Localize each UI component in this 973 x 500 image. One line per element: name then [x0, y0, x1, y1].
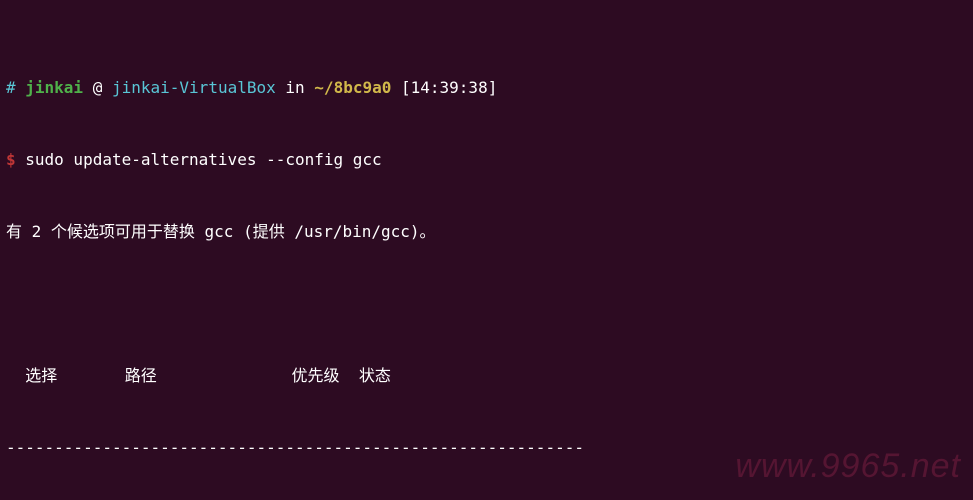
output-line — [6, 292, 967, 316]
command-text: sudo update-alternatives --config gcc — [25, 150, 381, 169]
prompt-host: jinkai-VirtualBox — [112, 78, 276, 97]
dollar-prompt: $ — [6, 150, 25, 169]
prompt-line: # jinkai @ jinkai-VirtualBox in ~/8bc9a0… — [6, 76, 967, 100]
prompt-path: ~/8bc9a0 — [314, 78, 391, 97]
prompt-time: [14:39:38] — [401, 78, 497, 97]
table-header: 选择 路径 优先级 状态 — [6, 364, 967, 388]
command-line[interactable]: $ sudo update-alternatives --config gcc — [6, 148, 967, 172]
prompt-in: in — [285, 78, 304, 97]
hash-symbol: # — [6, 78, 25, 97]
table-divider: ----------------------------------------… — [6, 436, 967, 460]
output-line: 有 2 个候选项可用于替换 gcc (提供 /usr/bin/gcc)。 — [6, 220, 967, 244]
prompt-at — [83, 78, 93, 97]
terminal[interactable]: # jinkai @ jinkai-VirtualBox in ~/8bc9a0… — [0, 0, 973, 500]
prompt-user: jinkai — [25, 78, 83, 97]
